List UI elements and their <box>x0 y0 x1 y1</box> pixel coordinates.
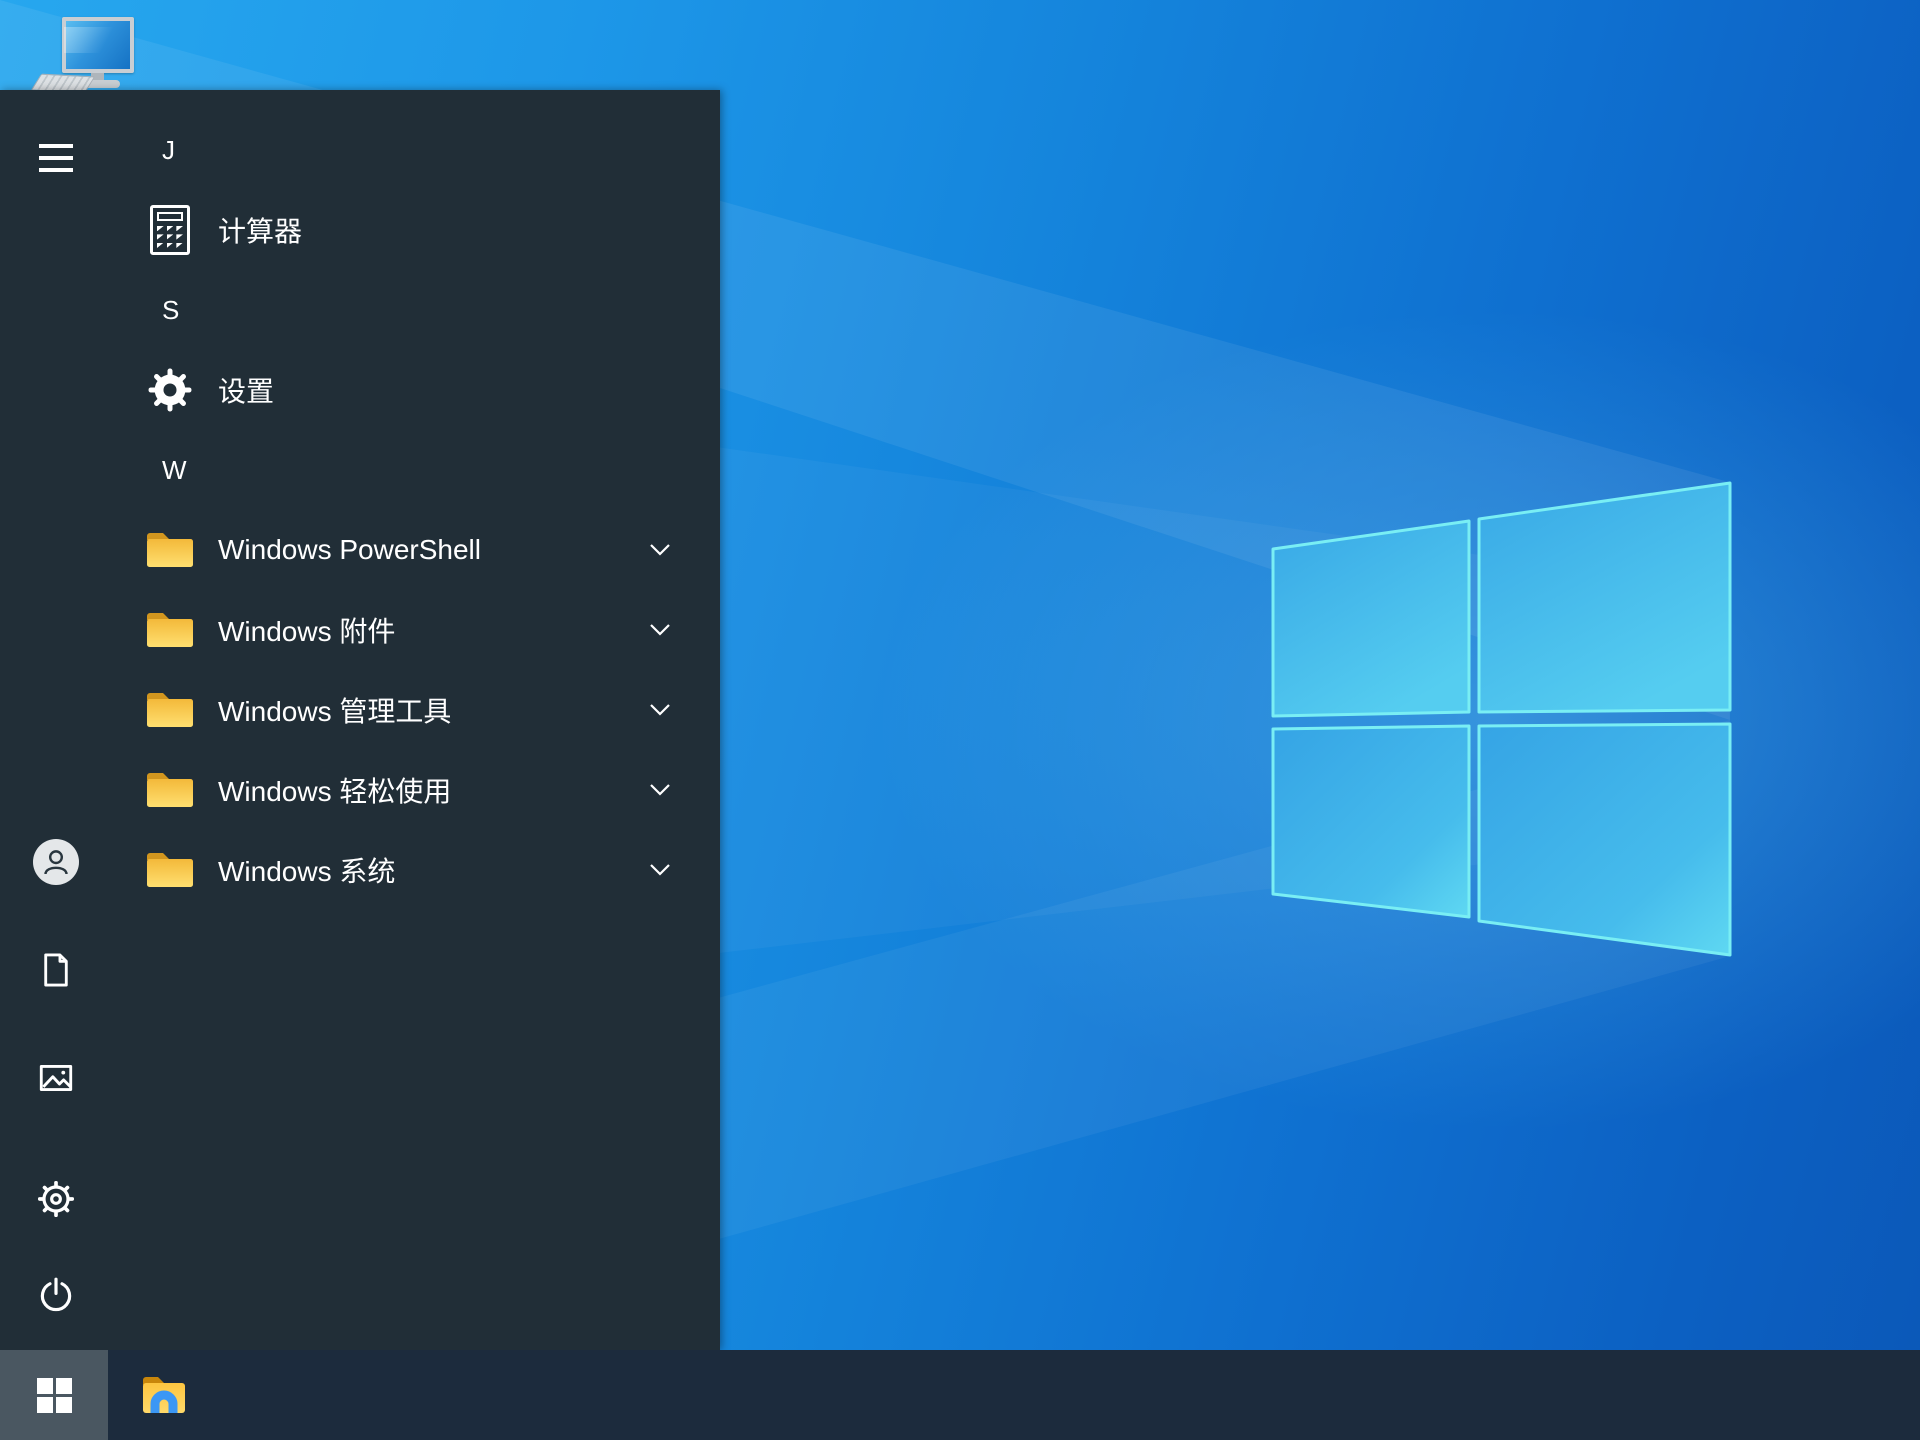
gear-icon <box>38 1181 74 1217</box>
folder-icon <box>143 763 197 817</box>
section-header-J[interactable]: J <box>0 110 720 190</box>
folder-item-label: Windows PowerShell <box>218 534 481 565</box>
app-item-settings[interactable]: 设置 <box>0 350 720 430</box>
start-button[interactable] <box>0 1350 108 1440</box>
document-icon <box>44 953 68 987</box>
monitor-icon <box>62 17 134 73</box>
chevron-down-icon[interactable] <box>646 696 674 724</box>
this-pc-desktop-icon[interactable] <box>0 0 150 100</box>
app-item-label: 设置 <box>218 376 275 407</box>
file-explorer-taskbar-button[interactable] <box>108 1350 220 1440</box>
taskbar: vm <box>0 1350 1920 1440</box>
pictures-button[interactable] <box>24 1046 88 1110</box>
folder-icon <box>143 523 197 577</box>
pictures-icon <box>39 1065 73 1091</box>
calculator-icon <box>143 203 197 257</box>
folder-item-admin-tools[interactable]: Windows 管理工具 <box>0 670 720 750</box>
settings-rail-button[interactable] <box>24 1167 88 1231</box>
file-explorer-icon <box>143 1377 185 1413</box>
folder-item-powershell[interactable]: Windows PowerShell <box>0 510 720 590</box>
chevron-down-icon[interactable] <box>646 616 674 644</box>
folder-icon <box>143 843 197 897</box>
chevron-down-icon[interactable] <box>646 536 674 564</box>
folder-item-label: Windows 系统 <box>218 856 396 887</box>
chevron-down-icon[interactable] <box>646 776 674 804</box>
folder-item-label: Windows 管理工具 <box>218 696 452 727</box>
folder-icon <box>143 683 197 737</box>
folder-icon <box>143 603 197 657</box>
section-header-W[interactable]: W <box>0 430 720 510</box>
power-icon <box>40 1277 72 1312</box>
folder-item-windows-system[interactable]: Windows 系统 <box>0 830 720 910</box>
folder-item-label: Windows 轻松使用 <box>218 776 452 807</box>
section-header-S[interactable]: S <box>0 270 720 350</box>
folder-item-accessories[interactable]: Windows 附件 <box>0 590 720 670</box>
chevron-down-icon[interactable] <box>646 856 674 884</box>
documents-button[interactable] <box>24 938 88 1002</box>
power-button[interactable] <box>24 1263 88 1327</box>
windows-desktop: J 计算器 S 设置 W Windows PowerShell Windows … <box>0 0 1920 1440</box>
folder-item-label: Windows 附件 <box>218 616 396 647</box>
start-menu-panel: J 计算器 S 设置 W Windows PowerShell Windows … <box>0 90 720 1350</box>
windows-logo-icon <box>36 1377 72 1413</box>
folder-item-ease-of-access[interactable]: Windows 轻松使用 <box>0 750 720 830</box>
app-item-label: 计算器 <box>218 216 303 247</box>
start-app-list: J 计算器 S 设置 W Windows PowerShell Windows … <box>0 110 720 910</box>
app-item-calculator[interactable]: 计算器 <box>0 190 720 270</box>
settings-gear-icon <box>143 363 197 417</box>
